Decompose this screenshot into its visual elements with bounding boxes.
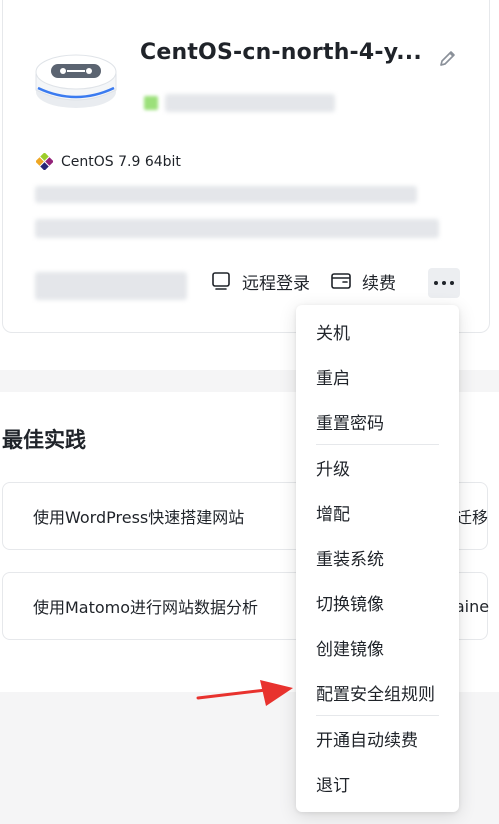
remote-login-label: 远程登录 xyxy=(242,273,310,294)
server-device-image xyxy=(35,54,117,108)
menu-item-restart[interactable]: 重启 xyxy=(296,354,459,399)
red-arrow-annotation xyxy=(196,680,293,706)
best-practices-title: 最佳实践 xyxy=(2,428,86,452)
os-label: CentOS 7.9 64bit xyxy=(61,153,181,170)
menu-item-reinstall-system[interactable]: 重装系统 xyxy=(296,535,459,580)
more-actions-menu: 关机 重启 重置密码 升级 增配 重装系统 切换镜像 创建镜像 配置安全组规则 … xyxy=(296,305,459,812)
more-icon-dot xyxy=(442,281,446,285)
menu-item-unsubscribe[interactable]: 退订 xyxy=(296,761,459,806)
more-button[interactable] xyxy=(428,268,460,298)
os-info: CentOS 7.9 64bit xyxy=(36,153,181,170)
redacted-spec-line-2 xyxy=(35,219,439,238)
menu-item-add-config[interactable]: 增配 xyxy=(296,490,459,535)
server-name: CentOS-cn-north-4-y... xyxy=(140,40,422,65)
best-practice-label: 使用WordPress快速搭建网站 xyxy=(33,508,245,527)
redacted-expiry xyxy=(35,272,187,300)
remote-login-button[interactable]: 远程登录 xyxy=(210,269,310,294)
more-icon-dot xyxy=(434,281,438,285)
action-bar: 远程登录 续费 xyxy=(210,268,396,294)
redacted-status-text xyxy=(165,94,335,112)
best-practice-label: 使用Matomo进行网站数据分析 xyxy=(33,598,259,617)
menu-item-create-image[interactable]: 创建镜像 xyxy=(296,625,459,670)
renew-button[interactable]: 续费 xyxy=(330,269,396,294)
monitor-icon xyxy=(212,272,230,290)
more-icon-dot xyxy=(450,281,454,285)
menu-item-auto-renew[interactable]: 开通自动续费 xyxy=(296,716,459,761)
centos-logo-icon xyxy=(36,153,53,170)
pencil-icon[interactable] xyxy=(437,47,459,69)
redacted-spec-line-1 xyxy=(35,186,417,203)
menu-item-switch-image[interactable]: 切换镜像 xyxy=(296,580,459,625)
wallet-icon xyxy=(331,273,351,289)
status-indicator xyxy=(144,96,158,110)
menu-item-upgrade[interactable]: 升级 xyxy=(296,445,459,490)
menu-item-reset-password[interactable]: 重置密码 xyxy=(296,399,459,444)
menu-item-shutdown[interactable]: 关机 xyxy=(296,309,459,354)
menu-item-security-group-rules[interactable]: 配置安全组规则 xyxy=(296,670,459,715)
renew-label: 续费 xyxy=(362,273,396,294)
